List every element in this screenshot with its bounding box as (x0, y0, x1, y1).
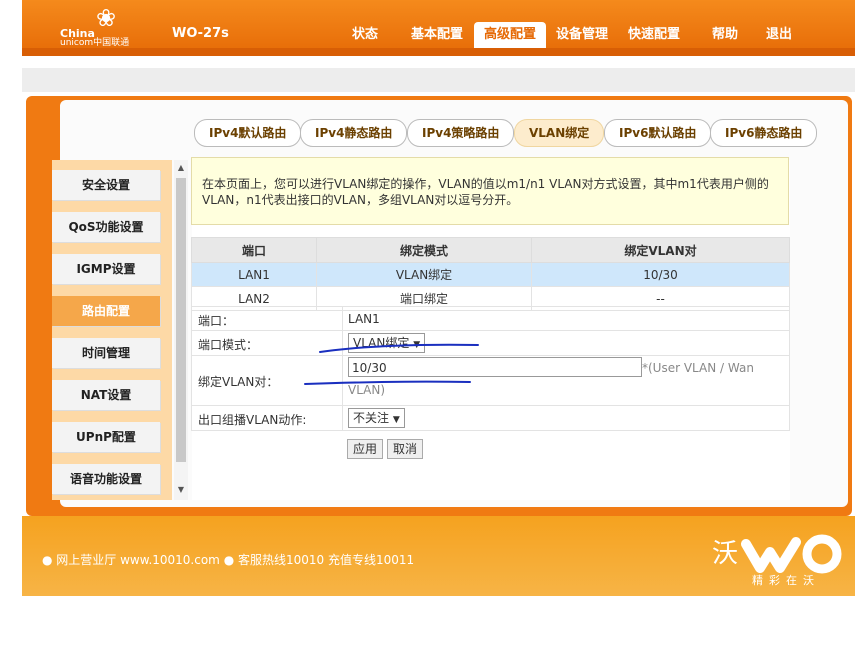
tab-ipv4-policy-route[interactable]: IPv4策略路由 (407, 119, 515, 147)
form-row-mode: 端口模式： VLAN绑定 ▼ (191, 331, 790, 356)
scroll-up-icon[interactable]: ▲ (176, 162, 186, 174)
device-model: WO-27s (172, 26, 229, 41)
footer: ● 网上营业厅 www.10010.com ● 客服热线10010 充值专线10… (22, 516, 855, 596)
chevron-down-icon: ▼ (392, 415, 400, 425)
tab-ipv4-static-route[interactable]: IPv4静态路由 (300, 119, 408, 147)
info-notice: 在本页面上，您可以进行VLAN绑定的操作，VLAN的值以m1/n1 VLAN对方… (191, 157, 789, 225)
table-row[interactable]: LAN1 VLAN绑定 10/30 (191, 262, 790, 287)
vlan-label: 绑定VLAN对： (198, 375, 279, 389)
footer-slogan: 精彩在沃 (752, 574, 820, 587)
cell-vlan-pair: 10/30 (531, 262, 790, 287)
nav-device-management[interactable]: 设备管理 (556, 22, 608, 48)
tab-ipv6-static-route[interactable]: IPv6静态路由 (710, 119, 818, 147)
chevron-down-icon: ▼ (413, 340, 421, 350)
column-header-port: 端口 (191, 237, 317, 263)
sidebar-item-routing[interactable]: 路由配置 (52, 296, 160, 326)
cancel-button[interactable]: 取消 (387, 439, 424, 459)
top-header: ❀ China unicom中国联通 WO-27s 状态 基本配置 高级配置 设… (22, 0, 855, 56)
apply-button[interactable]: 应用 (347, 439, 384, 459)
header-separator-band (22, 68, 855, 92)
multicast-select[interactable]: 不关注 ▼ (348, 408, 405, 428)
multicast-select-value: 不关注 (353, 411, 390, 425)
tab-ipv6-default-route[interactable]: IPv6默认路由 (604, 119, 712, 147)
table-header-row: 端口 绑定模式 绑定VLAN对 (191, 237, 790, 263)
sidebar-item-nat[interactable]: NAT设置 (52, 380, 160, 410)
nav-quick-config[interactable]: 快速配置 (628, 22, 680, 48)
svg-text:沃: 沃 (712, 539, 738, 569)
sidebar-scrollbar[interactable]: ▲ ▼ (174, 160, 188, 500)
cell-mode: VLAN绑定 (316, 262, 532, 287)
unicom-knot-icon: ❀ (96, 4, 117, 32)
nav-help[interactable]: 帮助 (712, 22, 738, 48)
tab-vlan-binding[interactable]: VLAN绑定 (514, 119, 605, 147)
tab-ipv4-default-route[interactable]: IPv4默认路由 (194, 119, 302, 147)
wo-brand-icon: 沃 (712, 534, 842, 574)
column-header-vlan-pair: 绑定VLAN对 (531, 237, 790, 263)
nav-basic-config[interactable]: 基本配置 (411, 22, 463, 48)
form-actions: 应用 取消 (191, 431, 790, 463)
nav-logout[interactable]: 退出 (766, 22, 792, 48)
header-strip (22, 48, 855, 56)
vlan-binding-table: 端口 绑定模式 绑定VLAN对 LAN1 VLAN绑定 10/30 LAN2 端… (191, 237, 790, 311)
sidebar-item-security[interactable]: 安全设置 (52, 170, 160, 200)
sidebar-item-igmp[interactable]: IGMP设置 (52, 254, 160, 284)
column-header-mode: 绑定模式 (316, 237, 532, 263)
sidebar-item-voice[interactable]: 语音功能设置 (52, 464, 160, 494)
wo-logo: 沃 精彩在沃 (706, 528, 846, 588)
brand-en: unicom中国联通 (60, 38, 130, 48)
vlan-input-group: 10/30 *(User VLAN / Wan VLAN) (348, 357, 788, 401)
mode-select[interactable]: VLAN绑定 ▼ (348, 333, 426, 353)
port-label: 端口： (198, 314, 235, 328)
form-row-port: 端口： LAN1 (191, 306, 790, 331)
cell-port: LAN1 (191, 262, 317, 287)
scroll-thumb[interactable] (176, 178, 186, 462)
sidebar-item-time[interactable]: 时间管理 (52, 338, 160, 368)
port-value: LAN1 (348, 312, 380, 326)
multicast-label: 出口组播VLAN动作: (198, 413, 307, 427)
sidebar: 安全设置 QoS功能设置 IGMP设置 路由配置 时间管理 NAT设置 UPnP… (52, 160, 172, 500)
footer-links: ● 网上营业厅 www.10010.com ● 客服热线10010 充值专线10… (42, 553, 415, 567)
vlan-input[interactable]: 10/30 (348, 357, 642, 377)
nav-advanced-config[interactable]: 高级配置 (474, 22, 547, 48)
form-row-vlan: 绑定VLAN对： 10/30 *(User VLAN / Wan VLAN) (191, 356, 790, 406)
vlan-form: 端口： LAN1 端口模式： VLAN绑定 ▼ 绑定VLAN对： 10/30 *(… (191, 306, 790, 463)
nav-status[interactable]: 状态 (352, 22, 378, 48)
mode-select-value: VLAN绑定 (353, 336, 410, 350)
sidebar-item-qos[interactable]: QoS功能设置 (52, 212, 160, 242)
china-unicom-logo: ❀ China unicom中国联通 (60, 6, 150, 48)
scroll-down-icon[interactable]: ▼ (176, 484, 186, 496)
mode-label: 端口模式： (198, 338, 259, 352)
sidebar-item-upnp[interactable]: UPnP配置 (52, 422, 160, 452)
form-row-multicast: 出口组播VLAN动作: 不关注 ▼ (191, 406, 790, 431)
